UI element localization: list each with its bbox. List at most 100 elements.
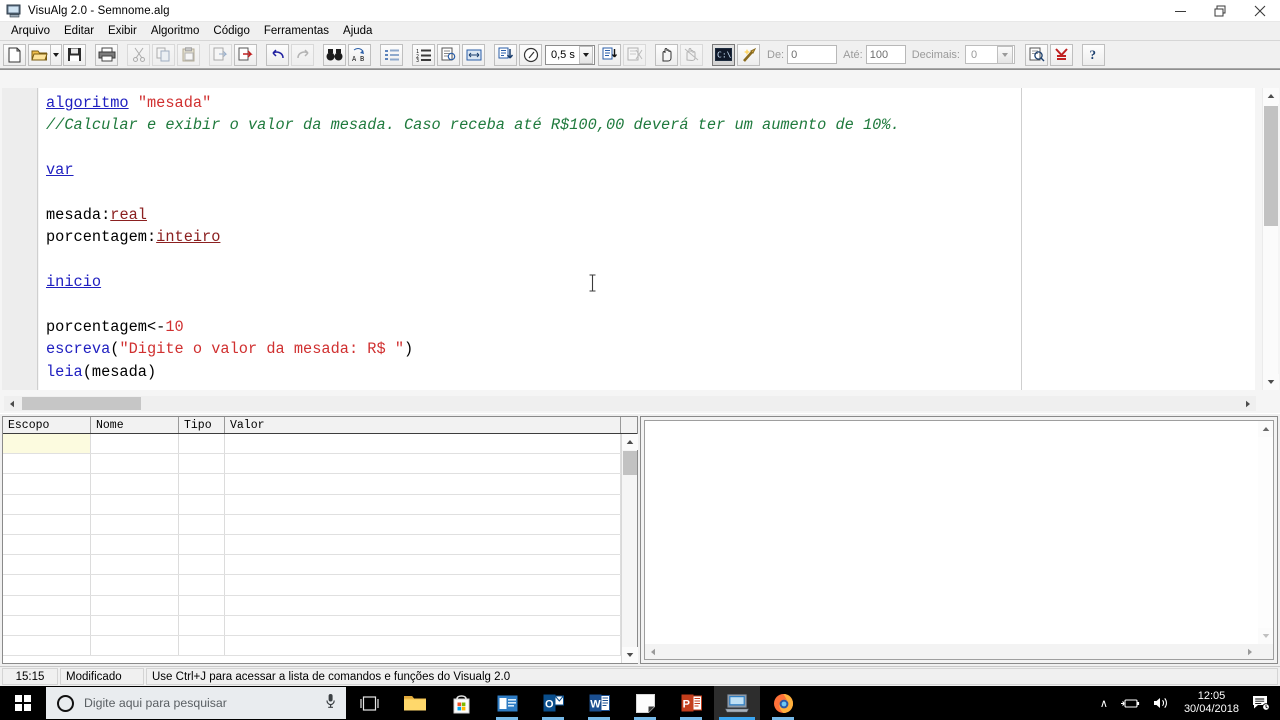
table-row[interactable]: [3, 454, 621, 475]
editor-vertical-scrollbar[interactable]: [1262, 88, 1279, 390]
table-cell[interactable]: [91, 555, 179, 575]
table-cell[interactable]: [3, 615, 91, 635]
menu-exibir[interactable]: Exibir: [101, 23, 144, 39]
code-area[interactable]: algoritmo "mesada" //Calcular e exibir o…: [39, 88, 1255, 390]
scroll-right-icon[interactable]: [1242, 644, 1258, 659]
table-row[interactable]: [3, 514, 621, 535]
start-button[interactable]: [0, 686, 46, 720]
visualg-icon[interactable]: [714, 686, 760, 720]
table-cell[interactable]: [91, 534, 179, 555]
resize-button[interactable]: [462, 43, 485, 66]
variables-button[interactable]: [437, 43, 460, 66]
menu-ferramentas[interactable]: Ferramentas: [257, 23, 336, 39]
save-file-button[interactable]: [63, 43, 86, 66]
microsoft-store-icon[interactable]: [438, 686, 484, 720]
minimize-button[interactable]: [1160, 0, 1200, 22]
table-cell[interactable]: [179, 494, 225, 514]
table-cell[interactable]: [3, 534, 91, 555]
table-cell[interactable]: [225, 474, 621, 494]
editor-horizontal-scrollbar[interactable]: [4, 396, 1256, 411]
table-cell[interactable]: [3, 514, 91, 534]
table-cell[interactable]: [225, 534, 621, 555]
editor-gutter[interactable]: [2, 88, 38, 390]
menu-editar[interactable]: Editar: [57, 23, 101, 39]
indent-button[interactable]: [380, 43, 403, 66]
table-row[interactable]: [3, 575, 621, 596]
table-cell[interactable]: [225, 514, 621, 534]
scroll-down-icon[interactable]: [1263, 374, 1279, 390]
variables-table-body[interactable]: [3, 434, 621, 663]
run-button[interactable]: [494, 43, 517, 66]
variables-table[interactable]: Escopo Nome Tipo Valor: [2, 416, 638, 664]
table-cell[interactable]: [225, 595, 621, 615]
import-button[interactable]: [234, 43, 257, 66]
table-cell[interactable]: [91, 474, 179, 494]
menu-codigo[interactable]: Código: [206, 23, 256, 39]
scroll-up-icon[interactable]: [622, 434, 638, 450]
table-row[interactable]: [3, 595, 621, 616]
variables-vertical-scrollbar[interactable]: [621, 434, 638, 663]
editor-hscroll-thumb[interactable]: [22, 397, 141, 410]
column-header-nome[interactable]: Nome: [91, 417, 179, 433]
output-console[interactable]: [644, 420, 1274, 660]
table-cell[interactable]: [3, 595, 91, 615]
volume-icon[interactable]: [1146, 686, 1175, 720]
table-cell[interactable]: [179, 434, 225, 454]
table-cell[interactable]: [3, 474, 91, 494]
scroll-down-icon[interactable]: [622, 647, 638, 663]
zoom-button[interactable]: [1025, 43, 1048, 66]
scroll-down-icon[interactable]: [1258, 628, 1273, 644]
table-cell[interactable]: [225, 454, 621, 474]
table-cell[interactable]: [225, 575, 621, 595]
table-row[interactable]: [3, 555, 621, 576]
table-cell[interactable]: [3, 454, 91, 474]
stop-button[interactable]: [680, 43, 703, 66]
word-icon[interactable]: W: [576, 686, 622, 720]
chevron-down-icon[interactable]: [578, 45, 593, 64]
table-cell[interactable]: [3, 575, 91, 595]
table-cell[interactable]: [179, 474, 225, 494]
copy-button[interactable]: [152, 43, 175, 66]
restore-button[interactable]: [1200, 0, 1240, 22]
table-row[interactable]: [3, 635, 621, 657]
export-button[interactable]: [209, 43, 232, 66]
table-cell[interactable]: [225, 434, 621, 454]
scroll-left-icon[interactable]: [4, 396, 20, 411]
console-horizontal-scrollbar[interactable]: [645, 644, 1273, 659]
decimals-select[interactable]: 0: [965, 45, 1015, 64]
pause-button[interactable]: [655, 43, 678, 66]
table-cell[interactable]: [179, 575, 225, 595]
source-code[interactable]: algoritmo "mesada" //Calcular e exibir o…: [39, 88, 1255, 383]
help-button[interactable]: ?: [1082, 43, 1105, 66]
table-cell[interactable]: [179, 454, 225, 474]
scroll-up-icon[interactable]: [1258, 421, 1273, 437]
editor-scroll-thumb[interactable]: [1264, 106, 1278, 226]
table-cell[interactable]: [91, 434, 179, 454]
chevron-down-icon[interactable]: [997, 45, 1013, 64]
task-view-icon[interactable]: [346, 686, 392, 720]
table-cell[interactable]: [225, 494, 621, 514]
open-file-button[interactable]: [28, 43, 51, 66]
notifications-icon[interactable]: [1248, 686, 1280, 720]
column-header-escopo[interactable]: Escopo: [3, 417, 91, 433]
firefox-icon[interactable]: [760, 686, 806, 720]
range-to-input[interactable]: 100: [865, 45, 906, 64]
table-cell[interactable]: [91, 575, 179, 595]
column-header-tipo[interactable]: Tipo: [179, 417, 225, 433]
magic-button[interactable]: [737, 43, 760, 66]
table-row[interactable]: [3, 534, 621, 556]
table-cell[interactable]: [225, 615, 621, 635]
console-button[interactable]: C:\: [712, 43, 735, 66]
table-cell[interactable]: [225, 635, 621, 656]
table-cell[interactable]: [179, 635, 225, 656]
cut-button[interactable]: [127, 43, 150, 66]
table-cell[interactable]: [3, 494, 91, 514]
undo-button[interactable]: [266, 43, 289, 66]
table-cell[interactable]: [3, 434, 91, 454]
tools-button[interactable]: [1050, 43, 1073, 66]
table-row[interactable]: [3, 494, 621, 515]
clock[interactable]: 12:05 30/04/2018: [1175, 686, 1248, 720]
table-cell[interactable]: [3, 555, 91, 575]
scroll-left-icon[interactable]: [645, 644, 661, 659]
table-cell[interactable]: [179, 595, 225, 615]
